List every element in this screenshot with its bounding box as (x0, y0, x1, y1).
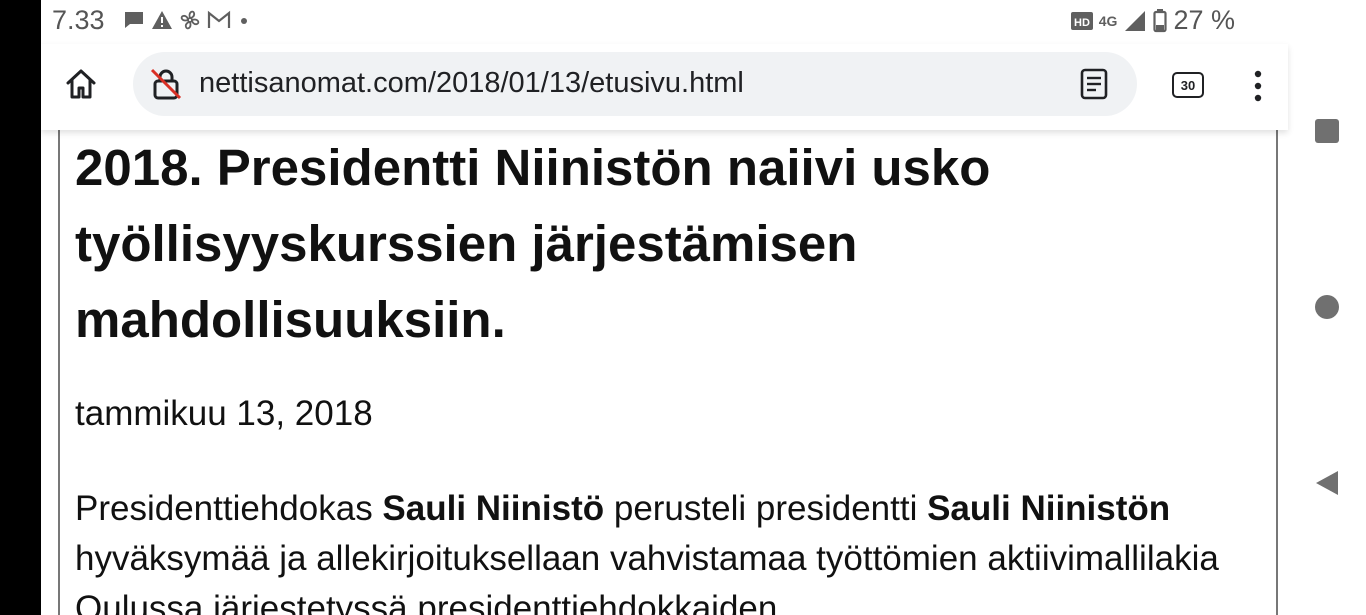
network-type: 4G (1098, 12, 1118, 29)
left-bezel (0, 0, 41, 615)
battery-level: 27 % (1173, 5, 1235, 35)
home-nav-icon[interactable] (1314, 294, 1340, 320)
gmail-icon (207, 10, 231, 28)
address-bar[interactable]: nettisanomat.com/2018/01/13/etusivu.html (133, 52, 1137, 116)
status-bar: 7.33 HD 4G 27 % (41, 0, 1288, 44)
more-menu-icon[interactable] (1248, 68, 1268, 104)
tab-switcher-button[interactable]: 30 (1172, 72, 1204, 98)
screen: 7.33 HD 4G 27 % nettisanomat.com/2018/01… (0, 0, 1366, 615)
hd-badge-icon: HD (1070, 11, 1093, 30)
person-name: Sauli Niinistön (927, 489, 1171, 528)
browser-toolbar: nettisanomat.com/2018/01/13/etusivu.html… (41, 44, 1288, 130)
notification-icons (123, 9, 251, 31)
fan-icon (180, 10, 200, 30)
back-icon[interactable] (1314, 470, 1340, 496)
signal-icon (1125, 10, 1146, 31)
battery-icon (1153, 8, 1168, 32)
system-navigation-bar (1288, 0, 1366, 615)
home-icon[interactable] (63, 66, 99, 102)
web-page[interactable]: 2018. Presidentti Niinistön naiivi usko … (41, 130, 1288, 615)
not-secure-lock-icon[interactable] (149, 67, 183, 101)
recents-icon[interactable] (1314, 118, 1340, 144)
url-text[interactable]: nettisanomat.com/2018/01/13/etusivu.html (199, 67, 744, 100)
person-name: Sauli Niinistö (382, 489, 605, 528)
article-paragraph: Presidenttiehdokas Sauli Niinistö perust… (75, 489, 1219, 615)
status-time: 7.33 (52, 5, 105, 35)
chat-bubble-icon (125, 12, 143, 28)
status-right: HD 4G 27 % (1070, 5, 1235, 36)
article-headline: 2018. Presidentti Niinistön naiivi usko … (75, 139, 991, 348)
article-date: tammikuu 13, 2018 (75, 394, 373, 433)
reader-mode-icon[interactable] (1079, 68, 1109, 100)
svg-text:HD: HD (1074, 17, 1090, 29)
dot-icon (241, 18, 247, 24)
warning-icon (152, 11, 172, 29)
